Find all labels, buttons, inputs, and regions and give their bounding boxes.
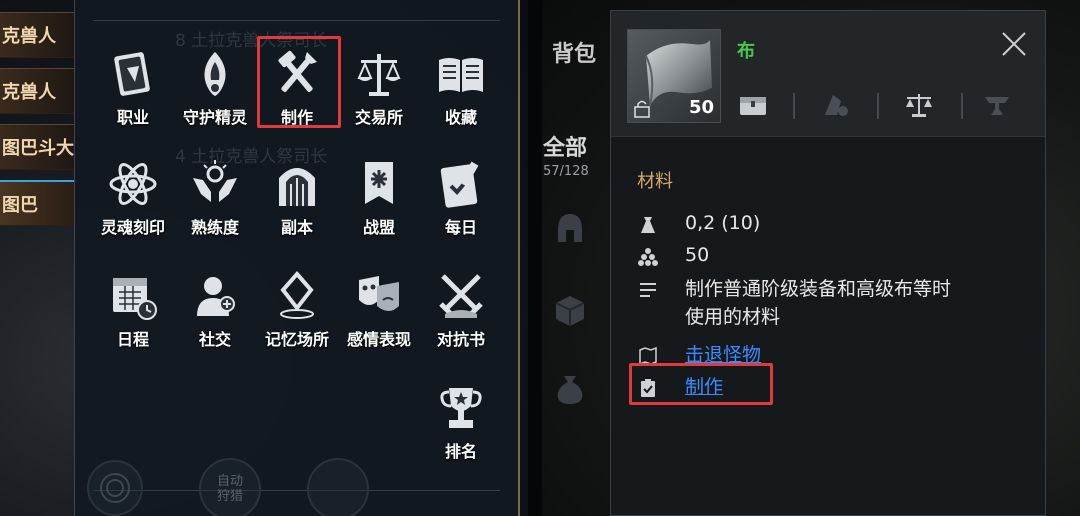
inventory-filter-all[interactable]: 全部 bbox=[543, 130, 587, 162]
menu-item-label: 收藏 bbox=[444, 108, 477, 127]
quest-item-label: 克兽人 bbox=[2, 82, 56, 103]
menu-item-label: 社交 bbox=[198, 330, 231, 349]
guild-banner-icon bbox=[365, 162, 393, 204]
book-icon bbox=[439, 58, 483, 92]
item-quantity: 50 bbox=[688, 97, 714, 118]
menu-item-label: 感情表现 bbox=[346, 330, 411, 349]
item-tooltip: 50 布 材料 0,2 (10) 50 制作普通阶级装备和高级布等时 使用的材料… bbox=[610, 10, 1046, 516]
tooltip-header: 50 布 bbox=[611, 11, 1045, 137]
weight-icon bbox=[641, 217, 655, 233]
quest-item-label: 图巴斗大 bbox=[2, 138, 74, 159]
stack-icon bbox=[638, 248, 658, 266]
calendar-icon bbox=[113, 278, 157, 320]
material-bag-filter-icon[interactable] bbox=[552, 370, 588, 406]
menu-bottom-divider bbox=[93, 490, 500, 491]
quest-item-active[interactable]: 图巴 bbox=[0, 180, 78, 226]
target-icon bbox=[100, 473, 130, 503]
menu-item-versus-book[interactable]: 对抗书 bbox=[421, 262, 501, 356]
menu-item-schedule[interactable]: 日程 bbox=[93, 262, 173, 356]
crossed-swords-icon bbox=[439, 274, 483, 318]
menu-item-label: 对抗书 bbox=[436, 330, 485, 349]
storage-chest-icon[interactable] bbox=[737, 91, 769, 119]
quest-item-label: 克兽人 bbox=[2, 26, 56, 47]
hands-icon bbox=[193, 160, 237, 202]
auto-hunt-button[interactable]: 自动狩猎 bbox=[199, 458, 261, 516]
menu-item-label: 灵魂刻印 bbox=[100, 218, 165, 237]
item-thumbnail: 50 bbox=[627, 29, 721, 123]
item-name: 布 bbox=[737, 41, 755, 62]
action-separator bbox=[793, 93, 795, 119]
menu-item-label: 交易所 bbox=[354, 108, 403, 127]
menu-item-label: 副本 bbox=[280, 218, 313, 237]
craft-link-highlight-box bbox=[629, 363, 773, 405]
description-line: 使用的材料 bbox=[685, 306, 781, 328]
exchange-scales-icon[interactable] bbox=[903, 91, 935, 119]
dungeon-gate-icon bbox=[279, 168, 315, 206]
dismantle-icon[interactable] bbox=[819, 91, 851, 119]
quest-item[interactable]: 克兽人 bbox=[0, 68, 78, 114]
target-button[interactable] bbox=[87, 460, 143, 516]
main-menu-panel: 8 土拉克兽人祭司长 4 土拉克兽人祭司长 职业 守护精灵 制作 交易所 收藏 … bbox=[74, 0, 520, 516]
guardian-spirit-icon bbox=[204, 52, 226, 96]
menu-item-label: 每日 bbox=[444, 218, 477, 237]
location-pin-icon bbox=[280, 270, 314, 319]
stack-value: 50 bbox=[685, 244, 710, 266]
weight-row: 0,2 (10) bbox=[637, 211, 760, 239]
close-icon[interactable] bbox=[999, 29, 1029, 59]
daily-checklist-icon bbox=[440, 161, 479, 208]
skill-button[interactable] bbox=[307, 458, 369, 516]
menu-item-emotes[interactable]: 感情表现 bbox=[339, 262, 419, 356]
inventory-title: 背包 bbox=[552, 42, 597, 67]
description-row: 制作普通阶级装备和高级布等时 使用的材料 bbox=[637, 277, 951, 333]
menu-item-label: 职业 bbox=[116, 108, 149, 127]
menu-top-divider bbox=[93, 20, 500, 21]
menu-item-dungeon[interactable]: 副本 bbox=[257, 150, 337, 244]
menu-item-social[interactable]: 社交 bbox=[175, 262, 255, 356]
weight-value: 0,2 (10) bbox=[685, 212, 761, 234]
menu-item-collection[interactable]: 收藏 bbox=[421, 40, 501, 134]
lock-icon bbox=[634, 100, 650, 118]
menu-item-label: 战盟 bbox=[362, 218, 395, 237]
menu-item-guardian-spirit[interactable]: 守护精灵 bbox=[175, 40, 255, 134]
box-filter-icon[interactable] bbox=[552, 292, 588, 328]
section-title: 材料 bbox=[637, 171, 673, 192]
trophy-icon bbox=[440, 388, 482, 428]
menu-item-proficiency[interactable]: 熟练度 bbox=[175, 150, 255, 244]
social-person-icon bbox=[197, 277, 235, 316]
masks-icon bbox=[359, 276, 399, 311]
menu-item-soul-engrave[interactable]: 灵魂刻印 bbox=[93, 150, 173, 244]
class-card-icon bbox=[114, 52, 150, 96]
screen-divider bbox=[528, 0, 542, 516]
menu-item-exchange[interactable]: 交易所 bbox=[339, 40, 419, 134]
menu-item-daily[interactable]: 每日 bbox=[421, 150, 501, 244]
menu-item-label: 日程 bbox=[116, 330, 149, 349]
scales-icon bbox=[357, 54, 401, 96]
action-separator bbox=[877, 93, 879, 119]
quest-item[interactable]: 图巴斗大 bbox=[0, 124, 78, 170]
menu-item-class[interactable]: 职业 bbox=[93, 40, 173, 134]
auto-hunt-label: 自动狩猎 bbox=[216, 474, 243, 504]
menu-item-memory-place[interactable]: 记忆场所 bbox=[257, 262, 337, 356]
quest-list: 克兽人 克兽人 图巴斗大 图巴 bbox=[0, 12, 78, 236]
atom-icon bbox=[109, 163, 157, 205]
menu-item-label: 排名 bbox=[444, 442, 477, 461]
action-separator bbox=[961, 93, 963, 119]
menu-item-label: 守护精灵 bbox=[182, 108, 247, 127]
quest-item-label: 图巴 bbox=[2, 194, 38, 216]
description-lines-icon bbox=[640, 283, 656, 297]
inventory-count: 57/128 bbox=[543, 164, 589, 179]
menu-item-label: 记忆场所 bbox=[264, 330, 329, 349]
menu-item-label: 熟练度 bbox=[190, 218, 239, 237]
menu-item-ranking[interactable]: 排名 bbox=[421, 374, 501, 468]
anvil-icon[interactable] bbox=[981, 91, 1013, 119]
crafting-highlight-box bbox=[257, 36, 341, 128]
helmet-filter-icon[interactable] bbox=[552, 210, 588, 246]
stack-row: 50 bbox=[637, 243, 709, 271]
menu-item-guild[interactable]: 战盟 bbox=[339, 150, 419, 244]
quest-item[interactable]: 克兽人 bbox=[0, 12, 78, 58]
